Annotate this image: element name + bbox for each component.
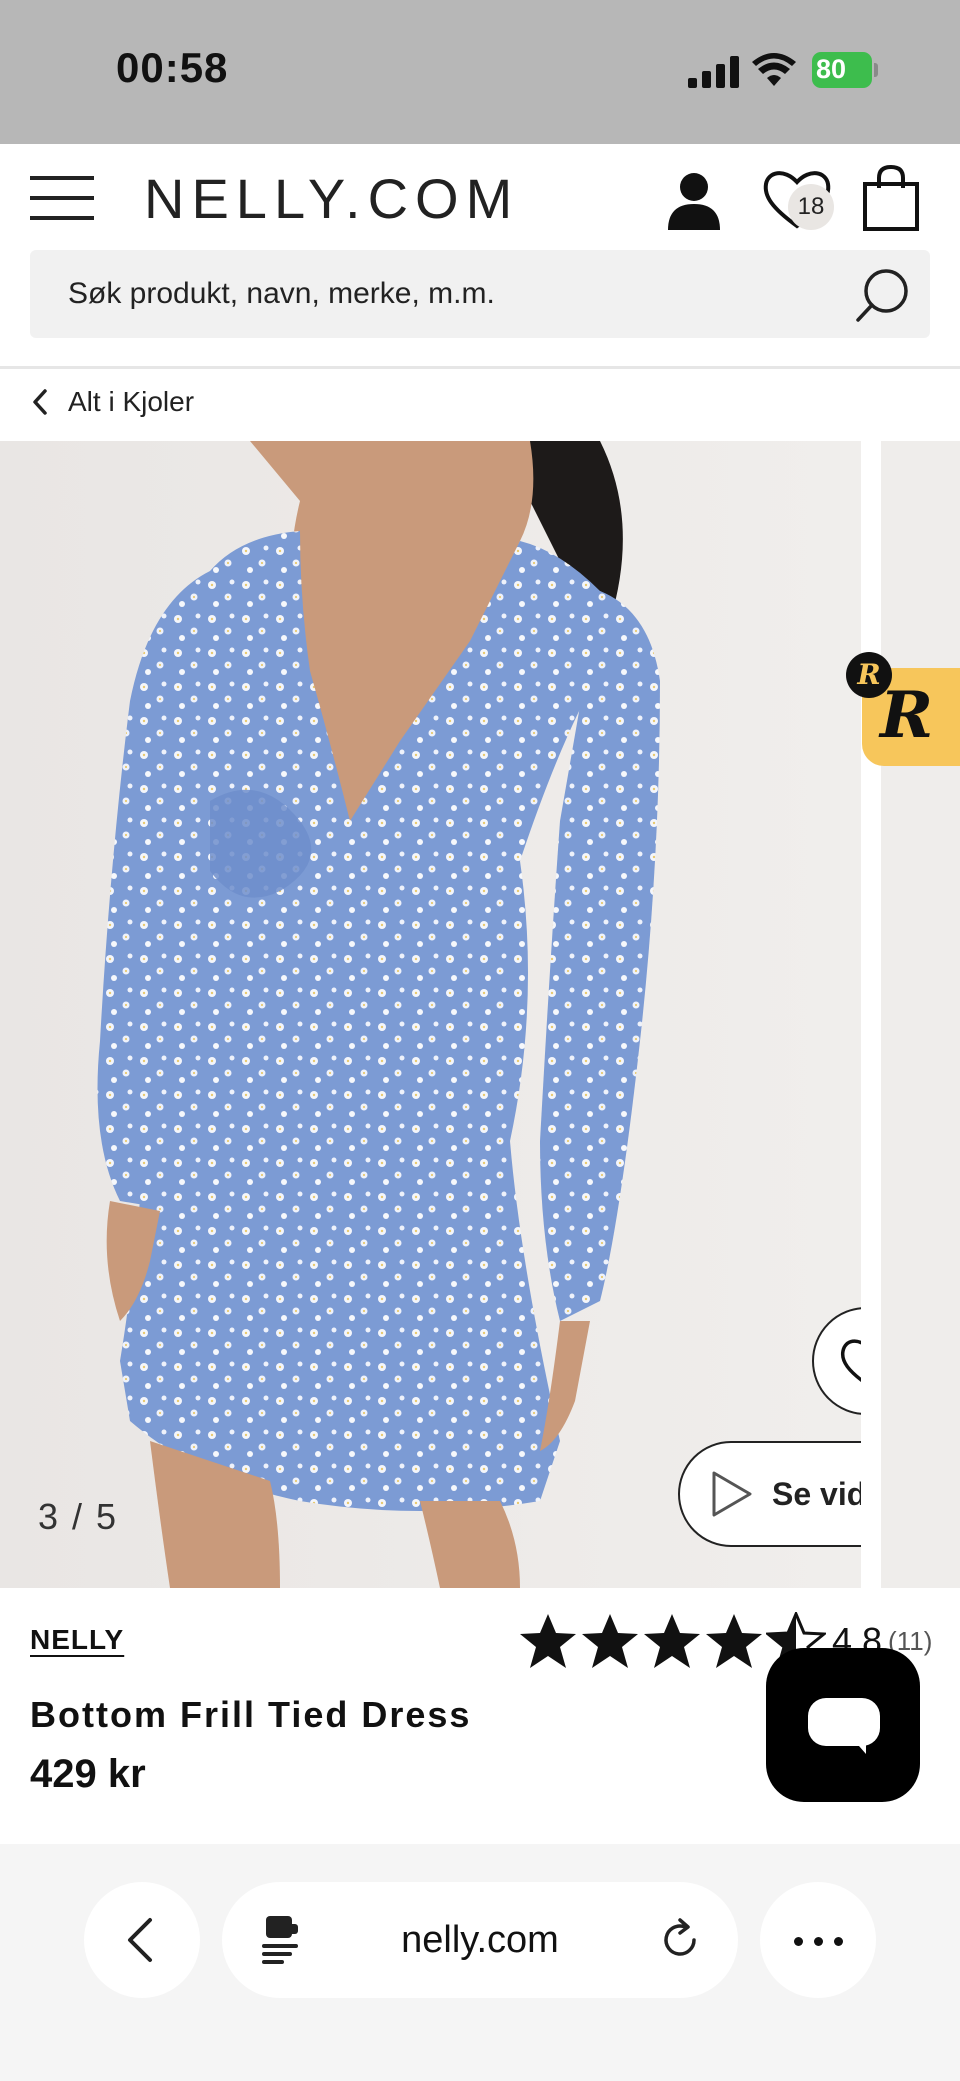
chevron-left-icon [33,389,47,415]
account-icon[interactable] [664,170,724,230]
chevron-left-icon [128,1918,152,1962]
header-divider [0,366,960,369]
wishlist-count-badge: 18 [788,184,834,230]
reload-icon[interactable] [658,1918,702,1962]
battery-icon: 80 [812,52,878,88]
site-header: NELLY.COM 18 [0,144,960,370]
rewards-badge-small[interactable]: R [846,652,892,698]
shopping-bag-icon[interactable] [862,164,920,232]
site-logo[interactable]: NELLY.COM [144,166,519,231]
rewards-badge-letter: R [880,678,934,753]
product-gallery[interactable]: 3 / 5 Se video [0,441,960,1588]
heart-icon [840,1339,861,1383]
next-product-image[interactable] [881,441,960,1588]
brand-link[interactable]: NELLY [30,1624,124,1656]
signal-icon [688,56,739,88]
status-bar: 00:58 80 [0,0,960,144]
image-counter: 3 / 5 [38,1496,119,1537]
video-button-label: Se video [772,1475,861,1512]
browser-toolbar: nelly.com [0,1844,960,2081]
star-icon [520,1614,576,1668]
product-photo [97,441,660,1588]
battery-level: 80 [816,54,847,84]
breadcrumb-label: Alt i Kjoler [68,386,195,417]
product-price: 429 kr [30,1752,146,1796]
more-options-button[interactable] [760,1882,876,1998]
wifi-icon [752,53,796,86]
search-input[interactable] [68,250,848,338]
address-bar[interactable]: nelly.com [222,1882,738,1998]
search-bar [30,250,930,338]
product-image[interactable]: 3 / 5 Se video [0,441,861,1588]
chat-icon [808,1698,880,1746]
star-icon [644,1614,700,1668]
breadcrumb-back-link[interactable]: Alt i Kjoler [30,380,194,424]
gallery-gap [861,441,881,1588]
star-icon [582,1614,638,1668]
play-icon [712,1471,752,1517]
search-icon[interactable] [854,266,912,324]
menu-icon[interactable] [30,174,94,222]
watch-video-button[interactable]: Se video [678,1441,861,1547]
status-time: 00:58 [116,44,229,91]
browser-back-button[interactable] [84,1882,200,1998]
chat-button[interactable] [766,1648,920,1802]
product-title: Bottom Frill Tied Dress [30,1694,472,1735]
star-icon [706,1614,762,1668]
